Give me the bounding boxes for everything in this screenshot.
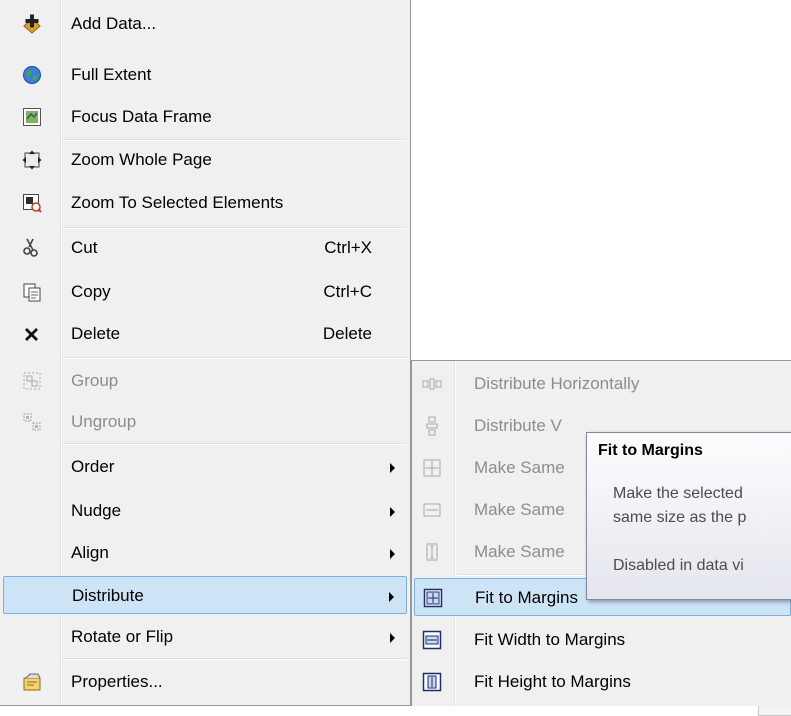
menu-item-label: Full Extent xyxy=(71,65,152,84)
menu-item-properties[interactable]: Properties... xyxy=(3,663,407,701)
zoom-to-selected-icon xyxy=(22,193,42,213)
tooltip-text-line: same size as the p xyxy=(613,509,747,526)
menu-item-delete[interactable]: Delete Delete xyxy=(3,315,407,353)
menu-item-zoom-whole-page[interactable]: Zoom Whole Page xyxy=(3,141,407,179)
menu-item-label: Group xyxy=(71,371,119,390)
menu-item-fit-height-to-margins[interactable]: Fit Height to Margins xyxy=(414,663,791,701)
menu-item-shortcut: Delete xyxy=(322,324,372,343)
tooltip-text-line: Make the selected xyxy=(613,485,743,502)
menu-item-label: Fit to Margins xyxy=(475,588,578,607)
menu-item-label: Copy xyxy=(71,282,111,301)
zoom-whole-page-icon xyxy=(22,150,42,170)
menu-item-label: Distribute V xyxy=(474,416,562,435)
globe-icon xyxy=(22,65,42,85)
menu-item-nudge[interactable]: Nudge xyxy=(3,492,407,530)
tooltip-text-line: Disabled in data vi xyxy=(613,557,744,574)
menu-item-label: Rotate or Flip xyxy=(71,627,174,646)
menu-item-fit-width-to-margins[interactable]: Fit Width to Margins xyxy=(414,621,791,659)
make-same-height-icon xyxy=(422,542,442,562)
menu-item-label: Ungroup xyxy=(71,412,137,431)
context-menu: Add Data... Full Extent Focus Data Frame xyxy=(0,0,411,706)
menu-item-label: Zoom Whole Page xyxy=(71,150,212,169)
menu-item-shortcut: Ctrl+C xyxy=(323,282,372,301)
submenu-arrow-icon xyxy=(390,633,395,643)
menu-item-full-extent[interactable]: Full Extent xyxy=(3,56,407,94)
menu-item-add-data[interactable]: Add Data... xyxy=(3,5,407,43)
menu-item-ungroup: Ungroup xyxy=(3,403,407,441)
submenu-arrow-icon xyxy=(389,592,394,602)
menu-separator xyxy=(63,357,407,359)
fit-height-to-margins-icon xyxy=(422,672,442,692)
menu-item-rotate-or-flip[interactable]: Rotate or Flip xyxy=(3,618,407,656)
fit-to-margins-icon xyxy=(423,588,443,608)
menu-separator xyxy=(63,658,407,660)
menu-item-align[interactable]: Align xyxy=(3,534,407,572)
menu-item-label: Nudge xyxy=(71,501,122,520)
menu-item-distribute[interactable]: Distribute xyxy=(3,576,407,614)
menu-item-label: Distribute xyxy=(72,586,144,605)
menu-item-cut[interactable]: Cut Ctrl+X xyxy=(3,229,407,267)
make-same-width-icon xyxy=(422,500,442,520)
fit-width-to-margins-icon xyxy=(422,630,442,650)
group-icon xyxy=(22,371,42,391)
distribute-vertically-icon xyxy=(422,416,442,436)
submenu-arrow-icon xyxy=(390,507,395,517)
tooltip-title: Fit to Margins xyxy=(598,442,703,459)
add-data-icon xyxy=(22,14,42,34)
menu-item-label: Zoom To Selected Elements xyxy=(71,193,284,212)
ungroup-icon xyxy=(22,412,42,432)
menu-item-label: Order xyxy=(71,457,115,476)
menu-item-label: Make Same xyxy=(474,500,565,519)
menu-item-label: Delete xyxy=(71,324,121,343)
copy-icon xyxy=(22,282,42,302)
properties-icon xyxy=(22,672,42,692)
menu-item-label: Focus Data Frame xyxy=(71,107,212,126)
menu-item-zoom-to-selected-elements[interactable]: Zoom To Selected Elements xyxy=(3,184,407,222)
scissors-icon xyxy=(22,238,42,258)
menu-item-copy[interactable]: Copy Ctrl+C xyxy=(3,273,407,311)
menu-item-label: Properties... xyxy=(71,672,163,691)
menu-item-shortcut: Ctrl+X xyxy=(324,238,372,257)
delete-x-icon xyxy=(22,324,42,344)
menu-item-label: Distribute Horizontally xyxy=(474,374,640,393)
menu-item-label: Make Same xyxy=(474,542,565,561)
menu-item-label: Make Same xyxy=(474,458,565,477)
submenu-arrow-icon xyxy=(390,463,395,473)
menu-item-order[interactable]: Order xyxy=(3,448,407,486)
menu-item-focus-data-frame[interactable]: Focus Data Frame xyxy=(3,98,407,136)
menu-item-label: Add Data... xyxy=(71,14,157,33)
menu-item-distribute-horizontally: Distribute Horizontally xyxy=(414,365,791,403)
menu-item-label: Fit Height to Margins xyxy=(474,672,631,691)
menu-item-label: Align xyxy=(71,543,109,562)
menu-item-group: Group xyxy=(3,362,407,400)
menu-item-label: Fit Width to Margins xyxy=(474,630,626,649)
distribute-horizontally-icon xyxy=(422,374,442,394)
submenu-arrow-icon xyxy=(390,549,395,559)
focus-data-frame-icon xyxy=(22,107,42,127)
menu-item-label: Cut xyxy=(71,238,98,257)
menu-separator xyxy=(63,443,407,445)
make-same-size-icon xyxy=(422,458,442,478)
tooltip: Fit to Margins Make the selected same si… xyxy=(586,432,791,600)
